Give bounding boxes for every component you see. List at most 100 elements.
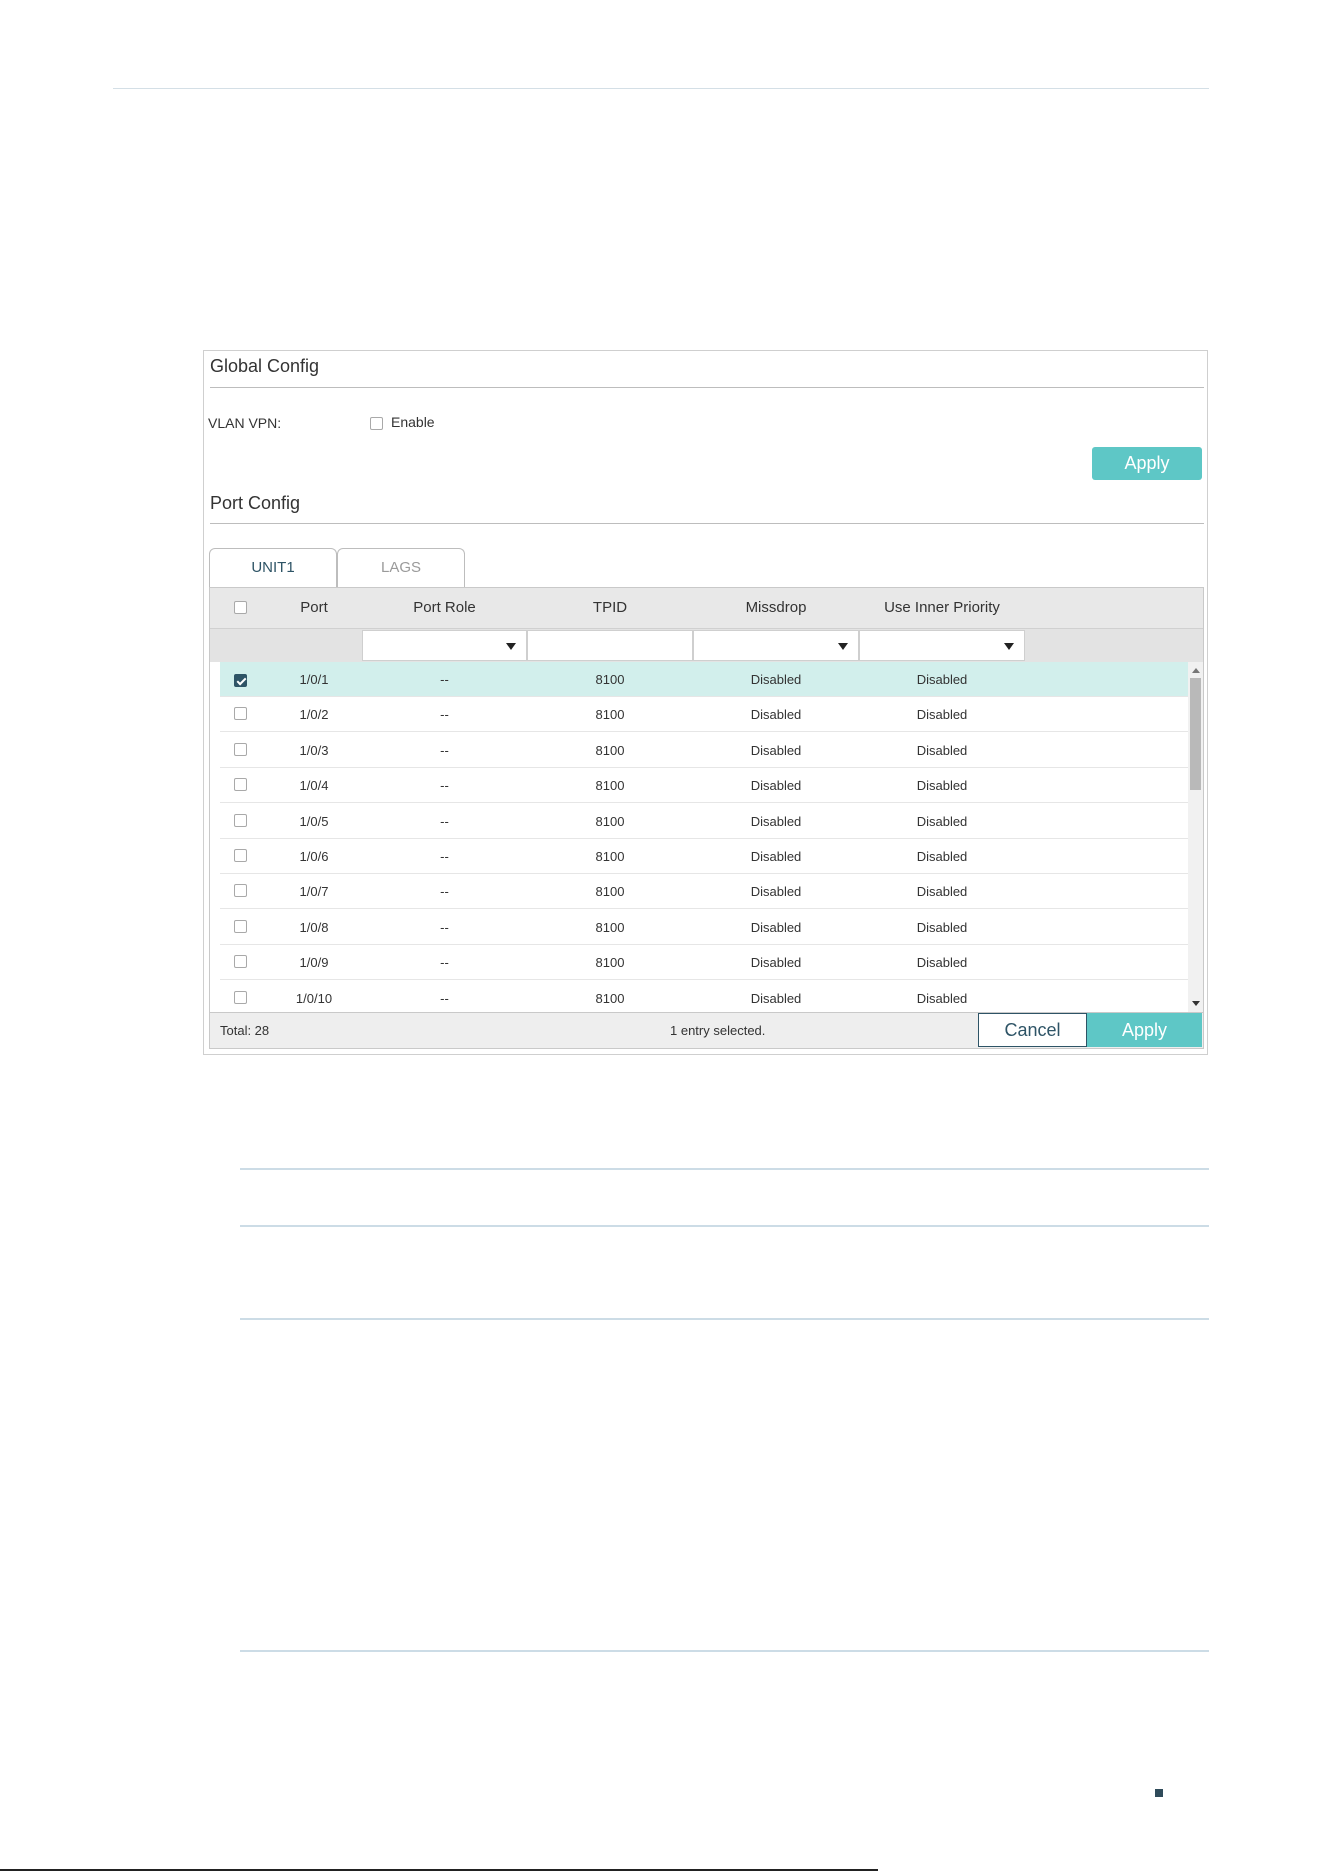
chevron-down-icon — [1004, 643, 1014, 650]
cell-port: 1/0/1 — [299, 672, 329, 687]
scroll-up-icon[interactable] — [1192, 668, 1200, 673]
row-checkbox[interactable] — [234, 990, 247, 1004]
cell-use-inner-priority: Disabled — [916, 813, 968, 829]
footer-rule — [0, 1869, 878, 1871]
cell-missdrop: Disabled — [750, 672, 802, 687]
vlan-vpn-label: VLAN VPN: — [208, 415, 282, 431]
row-checkbox[interactable] — [234, 919, 247, 933]
cancel-button[interactable]: Cancel — [978, 1013, 1087, 1047]
chevron-down-icon — [506, 643, 516, 650]
cell-port-role: -- — [440, 742, 449, 758]
column-header-tpid[interactable]: TPID — [527, 588, 693, 628]
global-config-divider — [210, 387, 1204, 388]
port-apply-button[interactable]: Apply — [1087, 1013, 1202, 1047]
column-header-use-inner-priority[interactable]: Use Inner Priority — [859, 588, 1025, 628]
cell-tpid: 8100 — [595, 672, 625, 687]
table-scrollbar[interactable] — [1188, 662, 1203, 1012]
table-row[interactable]: 1/0/10 -- 8100 Disabled Disabled — [220, 981, 1188, 1016]
row-checkbox[interactable] — [234, 955, 247, 969]
section-rule — [240, 1318, 1209, 1320]
vlan-vpn-enable-checkbox[interactable] — [370, 416, 383, 430]
cell-port: 1/0/10 — [295, 990, 333, 1006]
cell-port-role: -- — [440, 707, 449, 723]
table-row[interactable]: 1/0/8 -- 8100 Disabled Disabled — [220, 910, 1188, 945]
cell-use-inner-priority: Disabled — [916, 707, 968, 723]
cell-missdrop: Disabled — [750, 990, 802, 1006]
cell-use-inner-priority: Disabled — [916, 955, 968, 971]
inner-priority-filter-select[interactable] — [859, 630, 1025, 661]
cell-use-inner-priority: Disabled — [916, 849, 968, 864]
table-row[interactable]: 1/0/3 -- 8100 Disabled Disabled — [220, 733, 1188, 768]
chevron-down-icon — [838, 643, 848, 650]
cell-tpid: 8100 — [595, 955, 625, 971]
cell-tpid: 8100 — [595, 707, 625, 723]
table-row[interactable]: 1/0/5 -- 8100 Disabled Disabled — [220, 804, 1188, 839]
cell-missdrop: Disabled — [750, 884, 802, 900]
cell-port-role: -- — [440, 990, 449, 1006]
cell-port-role: -- — [440, 919, 449, 935]
row-checkbox[interactable] — [234, 778, 247, 792]
tab-unit1[interactable]: UNIT1 — [209, 548, 337, 587]
filter-row — [210, 628, 1203, 662]
cell-missdrop: Disabled — [750, 849, 802, 864]
cell-port: 1/0/6 — [299, 849, 329, 864]
row-checkbox[interactable] — [234, 742, 247, 756]
cell-tpid: 8100 — [595, 813, 625, 829]
page-header-rule — [113, 88, 1209, 89]
vlan-vpn-enable-option[interactable]: Enable — [370, 414, 435, 430]
table-row[interactable]: 1/0/1 -- 8100 Disabled Disabled — [220, 662, 1188, 697]
column-header-port[interactable]: Port — [268, 588, 360, 628]
cell-missdrop: Disabled — [750, 813, 802, 829]
section-rule — [240, 1225, 1209, 1227]
section-rule — [240, 1650, 1209, 1652]
cell-port: 1/0/9 — [299, 955, 329, 971]
tab-lags[interactable]: LAGS — [337, 548, 465, 587]
missdrop-filter-select[interactable] — [693, 630, 859, 661]
cell-use-inner-priority: Disabled — [916, 672, 968, 687]
select-all-checkbox[interactable] — [234, 601, 247, 614]
row-checkbox[interactable] — [234, 849, 247, 862]
table-row[interactable]: 1/0/9 -- 8100 Disabled Disabled — [220, 945, 1188, 981]
global-apply-button[interactable]: Apply — [1092, 447, 1202, 480]
port-role-filter-select[interactable] — [362, 630, 527, 661]
tpid-filter-input[interactable] — [527, 630, 693, 661]
cell-missdrop: Disabled — [750, 919, 802, 935]
column-header-missdrop[interactable]: Missdrop — [693, 588, 859, 628]
cell-port: 1/0/7 — [299, 884, 329, 900]
vlan-vpn-config-panel: Global Config VLAN VPN: Enable Apply Por… — [203, 350, 1208, 1055]
table-row[interactable]: 1/0/6 -- 8100 Disabled Disabled — [220, 839, 1188, 874]
row-checkbox[interactable] — [234, 813, 247, 827]
row-checkbox[interactable] — [234, 707, 247, 721]
cell-port-role: -- — [440, 813, 449, 829]
cell-port-role: -- — [440, 849, 449, 864]
cell-port-role: -- — [440, 778, 449, 794]
cell-port: 1/0/8 — [299, 919, 329, 935]
table-footer: Total: 28 1 entry selected. Cancel Apply — [210, 1012, 1203, 1048]
row-checkbox[interactable] — [234, 884, 247, 898]
cell-missdrop: Disabled — [750, 742, 802, 758]
cell-use-inner-priority: Disabled — [916, 884, 968, 900]
cell-port: 1/0/5 — [299, 813, 329, 829]
page-marker-icon — [1155, 1789, 1163, 1797]
global-config-title: Global Config — [210, 356, 320, 376]
cell-tpid: 8100 — [595, 849, 625, 864]
cell-tpid: 8100 — [595, 884, 625, 900]
scroll-thumb[interactable] — [1190, 678, 1201, 790]
table-row[interactable]: 1/0/4 -- 8100 Disabled Disabled — [220, 768, 1188, 804]
cell-tpid: 8100 — [595, 990, 625, 1006]
table-body: 1/0/1 -- 8100 Disabled Disabled 1/0/2 -- 8100 Di… — [210, 662, 1188, 1016]
cell-port: 1/0/3 — [299, 742, 329, 758]
port-config-divider — [210, 523, 1204, 524]
table-row[interactable]: 1/0/7 -- 8100 Disabled Disabled — [220, 874, 1188, 910]
selection-status: 1 entry selected. — [670, 1023, 766, 1038]
enable-label: Enable — [391, 414, 435, 430]
cell-use-inner-priority: Disabled — [916, 778, 968, 794]
cell-missdrop: Disabled — [750, 778, 802, 794]
row-checkbox[interactable] — [234, 674, 247, 688]
table-row[interactable]: 1/0/2 -- 8100 Disabled Disabled — [220, 697, 1188, 733]
cell-port-role: -- — [440, 884, 449, 900]
scroll-down-icon[interactable] — [1192, 1001, 1200, 1006]
column-header-port-role[interactable]: Port Role — [362, 588, 527, 628]
cell-port: 1/0/2 — [299, 707, 329, 723]
cell-missdrop: Disabled — [750, 955, 802, 971]
